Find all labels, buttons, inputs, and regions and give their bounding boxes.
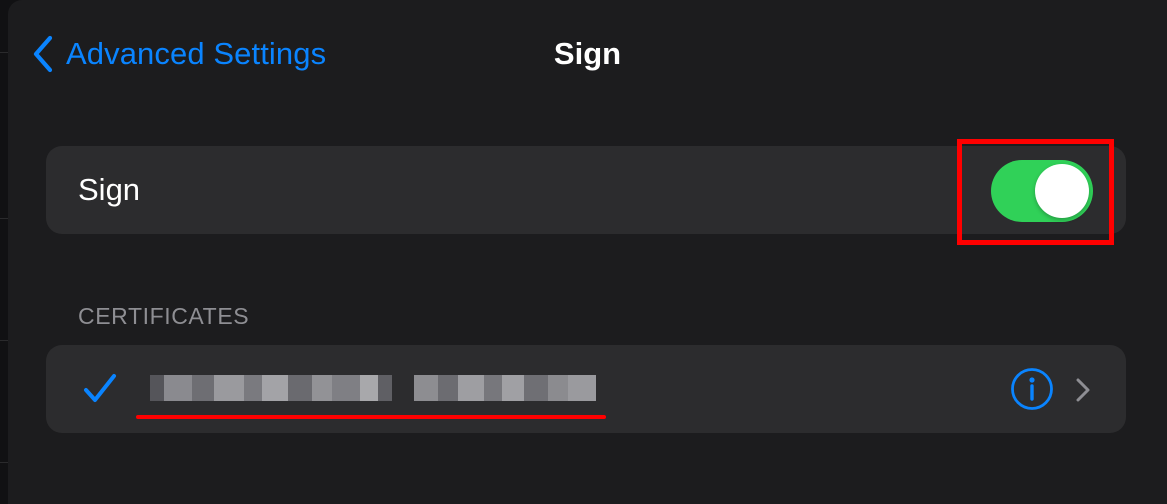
back-label: Advanced Settings — [66, 36, 327, 71]
divider — [0, 218, 8, 219]
divider — [0, 462, 8, 463]
chevron-right-icon[interactable] — [1075, 377, 1091, 403]
info-icon[interactable] — [1010, 367, 1054, 411]
navigation-bar: Advanced Settings Sign — [8, 0, 1167, 110]
annotation-underline — [136, 415, 606, 419]
settings-sheet: Advanced Settings Sign Sign CERTIFICATES — [8, 0, 1167, 504]
certificate-name-redacted — [150, 375, 596, 401]
certificate-row[interactable] — [46, 345, 1126, 433]
back-button[interactable]: Advanced Settings — [32, 32, 326, 76]
chevron-left-icon — [33, 35, 53, 73]
certificates-header: CERTIFICATES — [78, 303, 250, 329]
sign-toggle[interactable] — [991, 160, 1093, 222]
divider — [0, 52, 8, 53]
toggle-knob — [1035, 164, 1089, 218]
checkmark-icon — [84, 374, 116, 402]
divider — [0, 340, 8, 341]
sign-label: Sign — [78, 172, 141, 207]
sign-row: Sign — [46, 146, 1126, 234]
